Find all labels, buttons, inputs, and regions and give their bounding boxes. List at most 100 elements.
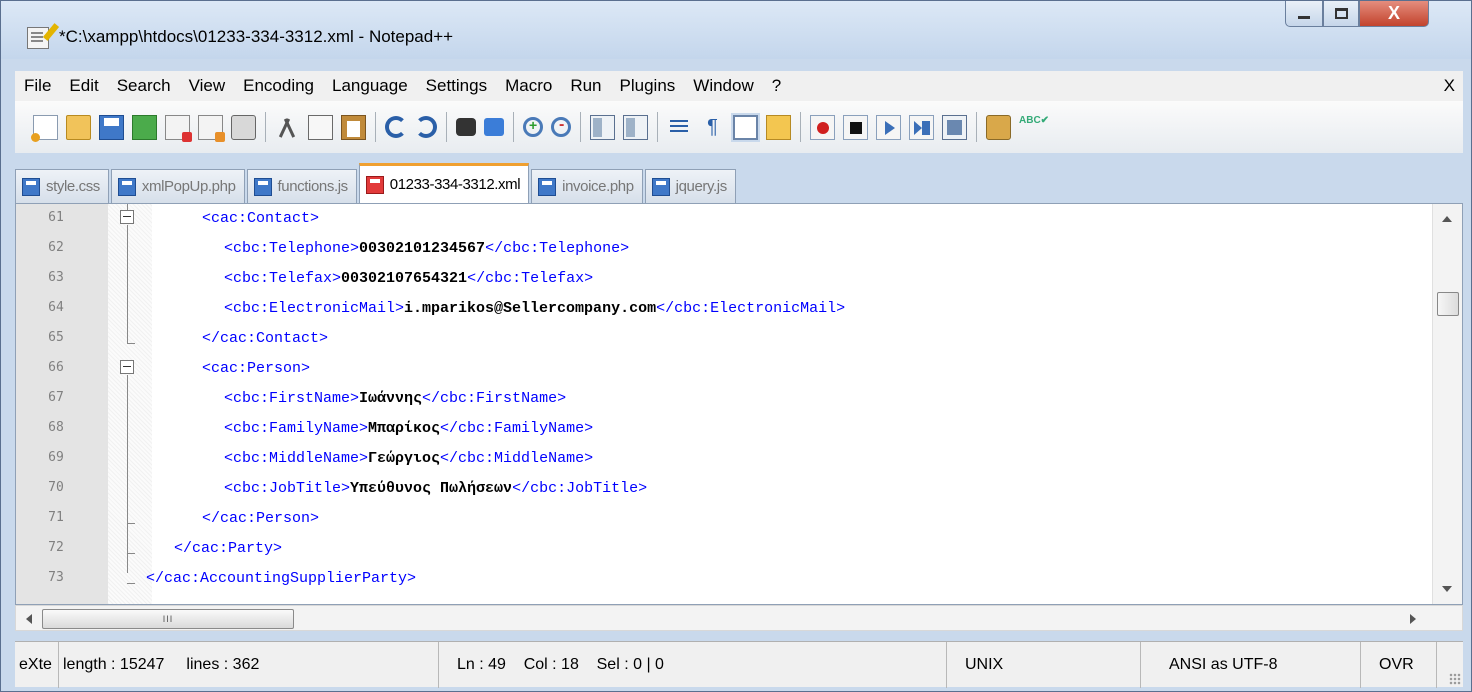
line-number: 62 xyxy=(48,240,64,255)
scroll-down-arrow-icon[interactable] xyxy=(1442,586,1452,592)
menu-edit[interactable]: Edit xyxy=(60,76,107,96)
playback-icon[interactable] xyxy=(876,114,901,140)
run-macro-multiple-icon[interactable] xyxy=(909,114,934,140)
line-number: 69 xyxy=(48,450,64,465)
word-wrap-icon[interactable] xyxy=(667,115,692,140)
vertical-scrollbar[interactable] xyxy=(1432,204,1462,604)
xml-tag: </cbc:MiddleName> xyxy=(440,450,594,467)
menu-window[interactable]: Window xyxy=(684,76,762,96)
tab-functions-js[interactable]: functions.js xyxy=(246,169,357,203)
vertical-scroll-thumb[interactable] xyxy=(1437,292,1459,316)
line-number: 68 xyxy=(48,420,64,435)
indent-guide-icon[interactable] xyxy=(733,114,758,140)
replace-icon[interactable] xyxy=(484,118,504,136)
zoom-in-icon[interactable] xyxy=(523,117,543,137)
line-number: 66 xyxy=(48,360,64,375)
resize-grip-icon[interactable] xyxy=(1449,673,1461,685)
spell-check-icon[interactable]: ABC✔ xyxy=(1019,115,1049,140)
scroll-up-arrow-icon[interactable] xyxy=(1442,216,1452,222)
stop-recording-icon[interactable] xyxy=(843,114,868,140)
code-editor[interactable]: 61 <cac:Contact> 62 <cbc:Telephone>00302… xyxy=(15,203,1463,605)
save-macro-icon[interactable] xyxy=(942,114,967,140)
zoom-out-icon[interactable] xyxy=(551,116,571,137)
code-line: 69 <cbc:MiddleName>Γεώργιος</cbc:MiddleN… xyxy=(16,444,1462,474)
status-file-type: eXte xyxy=(15,642,59,688)
close-document-button[interactable]: X xyxy=(1444,76,1455,96)
saved-file-icon xyxy=(253,177,272,196)
sync-vertical-icon[interactable] xyxy=(590,114,615,140)
xml-text: Μπαρίκος xyxy=(368,420,441,437)
horizontal-scroll-thumb[interactable]: III xyxy=(42,609,294,629)
status-eol[interactable]: UNIX xyxy=(947,642,1141,688)
open-file-icon[interactable] xyxy=(66,114,91,140)
line-number: 64 xyxy=(48,300,64,315)
tab-label: invoice.php xyxy=(562,178,634,195)
tab-invoice-php[interactable]: invoice.php xyxy=(531,169,643,203)
status-encoding[interactable]: ANSI as UTF-8 xyxy=(1141,642,1361,688)
menu-run[interactable]: Run xyxy=(561,76,610,96)
code-line: 65 </cac:Contact> xyxy=(16,324,1462,354)
show-all-characters-icon[interactable]: ¶ xyxy=(700,115,725,140)
sync-horizontal-icon[interactable] xyxy=(623,114,648,140)
menu-encoding[interactable]: Encoding xyxy=(234,76,323,96)
close-window-button[interactable]: X xyxy=(1359,1,1429,27)
saved-file-icon xyxy=(22,177,40,196)
toolbar-separator xyxy=(800,112,801,142)
minimize-icon xyxy=(1298,16,1310,19)
trim-icon[interactable] xyxy=(986,114,1011,140)
scroll-left-arrow-icon[interactable] xyxy=(26,614,32,624)
new-file-icon[interactable] xyxy=(31,114,58,142)
status-lines: lines : 362 xyxy=(186,656,260,673)
scroll-right-arrow-icon[interactable] xyxy=(1410,614,1416,624)
maximize-button[interactable] xyxy=(1323,1,1359,27)
menu-search[interactable]: Search xyxy=(108,76,180,96)
title-bar[interactable]: *C:\xampp\htdocs\01233-334-3312.xml - No… xyxy=(1,1,1471,59)
xml-tag: <cbc:FamilyName> xyxy=(224,420,369,437)
menu-view[interactable]: View xyxy=(180,76,235,96)
redo-icon[interactable] xyxy=(415,116,437,138)
fold-all-icon[interactable] xyxy=(766,114,791,140)
xml-tag: <cac:Person> xyxy=(202,360,311,377)
tab-bar: style.css xmlPopUp.php functions.js 0123… xyxy=(15,159,1463,203)
toolbar: ¶ ABC✔ xyxy=(15,101,1463,153)
status-insert-mode[interactable]: OVR xyxy=(1361,642,1437,688)
xml-tag: </cac:AccountingSupplierParty> xyxy=(146,570,417,587)
undo-icon[interactable] xyxy=(385,116,407,138)
xml-tag: </cbc:FamilyName> xyxy=(440,420,594,437)
maximize-icon xyxy=(1334,8,1348,19)
record-macro-icon[interactable] xyxy=(810,114,835,140)
menu-settings[interactable]: Settings xyxy=(417,76,496,96)
toolbar-separator xyxy=(513,112,514,142)
find-icon[interactable] xyxy=(456,118,476,136)
menu-macro[interactable]: Macro xyxy=(496,76,561,96)
copy-icon[interactable] xyxy=(308,114,333,140)
close-icon[interactable] xyxy=(165,114,192,142)
status-length: length : 15247 xyxy=(63,656,165,673)
print-icon[interactable] xyxy=(231,114,256,140)
tab-xmlpopup-php[interactable]: xmlPopUp.php xyxy=(110,169,245,203)
tab-jquery-js[interactable]: jquery.js xyxy=(644,169,736,203)
save-icon[interactable] xyxy=(99,114,124,140)
status-length-lines: length : 15247 lines : 362 xyxy=(59,642,439,688)
horizontal-scrollbar[interactable]: III xyxy=(15,605,1463,631)
menu-plugins[interactable]: Plugins xyxy=(611,76,685,96)
tab-label: style.css xyxy=(46,178,100,195)
tab-label: functions.js xyxy=(277,178,349,195)
close-all-icon[interactable] xyxy=(198,114,225,142)
menu-file[interactable]: File xyxy=(15,76,60,96)
code-line: 68 <cbc:FamilyName>Μπαρίκος</cbc:FamilyN… xyxy=(16,414,1462,444)
menu-language[interactable]: Language xyxy=(323,76,417,96)
tab-label: jquery.js xyxy=(675,178,728,195)
minimize-button[interactable] xyxy=(1285,1,1323,27)
paste-icon[interactable] xyxy=(341,114,366,140)
menu-help[interactable]: ? xyxy=(763,76,790,96)
line-number: 61 xyxy=(48,210,64,225)
xml-tag: <cbc:Telephone> xyxy=(224,240,360,257)
save-all-icon[interactable] xyxy=(132,114,157,140)
tab-01233-334-3312-xml[interactable]: 01233-334-3312.xml xyxy=(358,163,530,203)
unsaved-file-icon xyxy=(365,175,384,194)
line-number: 63 xyxy=(48,270,64,285)
cut-icon[interactable] xyxy=(275,115,300,140)
saved-file-icon xyxy=(651,177,670,196)
tab-style-css[interactable]: style.css xyxy=(15,169,109,203)
